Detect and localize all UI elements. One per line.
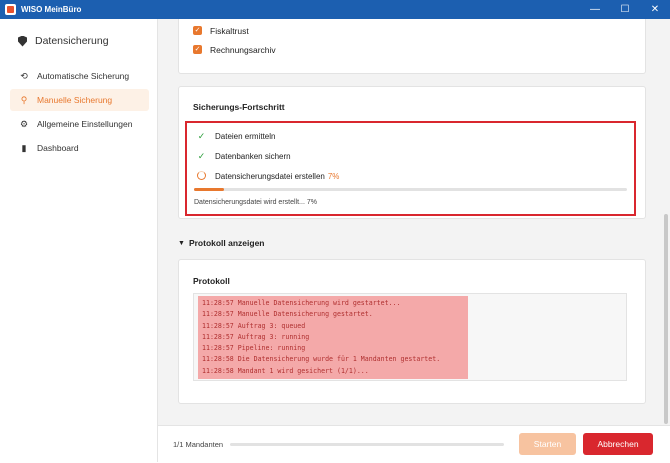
hand-icon: ⚲ bbox=[20, 94, 28, 105]
protocol-log[interactable]: 11:28:57 Manuelle Datensicherung wird ge… bbox=[193, 293, 627, 381]
step-dateien-ermitteln: ✓ Dateien ermitteln bbox=[187, 126, 634, 146]
triangle-down-icon: ▼ bbox=[178, 239, 185, 247]
sidebar-item-label: Allgemeine Einstellungen bbox=[37, 119, 133, 129]
mandanten-count: 1/1 Mandanten bbox=[173, 440, 224, 449]
sidebar: Datensicherung ⟲ Automatische Sicherung … bbox=[0, 19, 158, 462]
start-button[interactable]: Starten bbox=[519, 433, 576, 455]
log-line: 11:28:57 Auftrag 3: queued bbox=[202, 321, 306, 330]
sidebar-item-manuelle-sicherung[interactable]: ⚲ Manuelle Sicherung bbox=[10, 89, 149, 111]
progress-card: Sicherungs-Fortschritt ✓ Dateien ermitte… bbox=[178, 86, 646, 219]
progress-bar-fill bbox=[194, 188, 225, 191]
window-title: WISO MeinBüro bbox=[21, 5, 82, 14]
checkbox-label: Fiskaltrust bbox=[210, 25, 249, 36]
checkmark-icon: ✓ bbox=[193, 45, 202, 54]
protocol-toggle[interactable]: ▼ Protokoll anzeigen bbox=[178, 238, 265, 248]
gear-icon: ⚙ bbox=[19, 118, 29, 129]
maximize-button[interactable]: ☐ bbox=[610, 0, 640, 19]
log-line: 11:28:58 Mandant 1 wird gesichert (1/1).… bbox=[202, 366, 369, 375]
sidebar-item-allgemeine-einstellungen[interactable]: ⚙ Allgemeine Einstellungen bbox=[10, 113, 149, 135]
log-line: 11:28:58 Die Datensicherung wurde für 1 … bbox=[202, 355, 441, 364]
sidebar-header: Datensicherung bbox=[0, 19, 157, 63]
step-datenbanken-sichern: ✓ Datenbanken sichern bbox=[187, 146, 634, 166]
log-line: 11:28:57 Auftrag 3: running bbox=[202, 332, 310, 341]
step-label: Dateien ermitteln bbox=[215, 131, 276, 141]
footer-bar: 1/1 Mandanten Starten Abbrechen bbox=[158, 425, 670, 463]
sidebar-item-label: Manuelle Sicherung bbox=[37, 95, 113, 105]
selection-card: ✓ Fiskaltrust ✓ Rechnungsarchiv bbox=[178, 19, 646, 74]
spinner-icon bbox=[197, 170, 206, 180]
sidebar-title: Datensicherung bbox=[35, 35, 109, 47]
sidebar-item-label: Automatische Sicherung bbox=[37, 71, 130, 81]
minimize-button[interactable]: — bbox=[580, 0, 610, 19]
step-label: Datenbanken sichern bbox=[215, 151, 291, 161]
progress-panel: ✓ Dateien ermitteln ✓ Datenbanken sicher… bbox=[185, 121, 636, 216]
progress-status-text: Datensicherungsdatei wird erstellt... 7% bbox=[194, 199, 317, 206]
protocol-card: Protokoll 11:28:57 Manuelle Datensicheru… bbox=[178, 259, 646, 404]
log-line: 11:28:57 Pipeline: running bbox=[202, 344, 306, 353]
footer-progress-bar bbox=[230, 443, 504, 446]
log-line: 11:28:57 Manuelle Datensicherung wird ge… bbox=[202, 299, 401, 307]
protocol-toggle-label: Protokoll anzeigen bbox=[188, 238, 265, 248]
main-content: ✓ Fiskaltrust ✓ Rechnungsarchiv Sicherun… bbox=[158, 19, 670, 425]
log-lines: 11:28:57 Manuelle Datensicherung wird ge… bbox=[198, 296, 468, 380]
cancel-button[interactable]: Abbrechen bbox=[583, 433, 653, 455]
progress-title: Sicherungs-Fortschritt bbox=[193, 102, 285, 112]
step-datei-erstellen: Datensicherungsdatei erstellen 7% bbox=[187, 166, 634, 186]
protocol-title: Protokoll bbox=[193, 276, 230, 286]
sidebar-item-label: Dashboard bbox=[37, 143, 79, 153]
check-icon: ✓ bbox=[197, 150, 206, 161]
app-logo-icon bbox=[5, 4, 16, 15]
log-line: 11:28:57 Manuelle Datensicherung gestart… bbox=[202, 310, 373, 319]
progress-bar bbox=[194, 188, 627, 191]
bar-chart-icon: ▮ bbox=[21, 142, 27, 153]
vertical-scrollbar[interactable] bbox=[664, 214, 668, 424]
sidebar-item-automatische-sicherung[interactable]: ⟲ Automatische Sicherung bbox=[10, 65, 149, 87]
step-label: Datensicherungsdatei erstellen bbox=[215, 171, 325, 181]
step-percent: 7% bbox=[327, 171, 340, 181]
checkbox-rechnungsarchiv[interactable]: ✓ Rechnungsarchiv bbox=[179, 40, 645, 59]
sidebar-item-dashboard[interactable]: ▮ Dashboard bbox=[10, 137, 149, 159]
clock-refresh-icon: ⟲ bbox=[20, 70, 28, 81]
shield-icon bbox=[18, 35, 27, 47]
checkbox-label: Rechnungsarchiv bbox=[210, 44, 276, 55]
title-bar: WISO MeinBüro — ☐ ✕ bbox=[0, 0, 670, 19]
checkbox-fiskaltrust[interactable]: ✓ Fiskaltrust bbox=[179, 21, 645, 40]
check-icon: ✓ bbox=[197, 130, 206, 141]
checkmark-icon: ✓ bbox=[193, 26, 202, 35]
close-button[interactable]: ✕ bbox=[640, 0, 670, 19]
